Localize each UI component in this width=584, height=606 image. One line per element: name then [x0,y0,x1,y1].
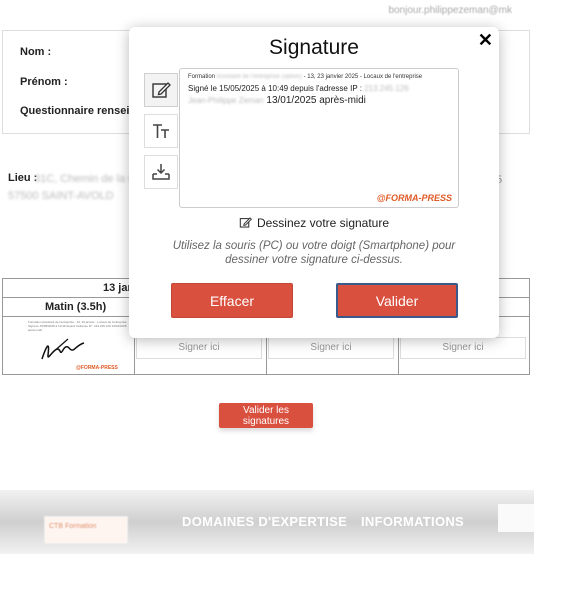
signature-canvas[interactable]: Formation Assistant de l'entreprise (opt… [179,68,459,208]
canvas-line3-suffix: 13/01/2025 après-midi [266,95,366,106]
user-email: bonjour.philippezeman@mk [388,5,512,16]
forma-press-logo: @FORMA-PRESS [376,193,452,203]
nav-link-informations[interactable]: INFORMATIONS [361,514,464,529]
canvas-line2-blurred: 213.245.126 [364,84,409,93]
text-icon [153,124,169,138]
canvas-line3-blurred: Jean-Philippe Zeman [188,96,264,105]
edit-icon [152,82,171,98]
handwritten-signature [41,338,85,360]
lieu-label: Lieu : [8,172,38,184]
canvas-line1-prefix: Formation [188,74,216,80]
download-icon [152,164,170,180]
canvas-training-line: Formation Assistant de l'entreprise (opt… [188,74,422,80]
signed-cell-text: Formation Assistant de l'entreprise - 13… [28,320,127,332]
session-label: Matin (3.5h) [45,301,107,313]
nav-link-domaines[interactable]: DOMAINES D'EXPERTISE [182,514,347,529]
canvas-signed-line: Signé le 15/05/2025 à 10:49 depuis l'adr… [188,84,409,93]
draw-instruction: Dessinez votre signature [129,216,499,230]
canvas-date-line: Jean-Philippe Zeman 13/01/2025 après-mid… [188,95,366,106]
edit-icon [239,217,252,228]
nom-label: Nom : [20,46,52,58]
table-logo: @FORMA-PRESS [76,365,118,371]
validate-signatures-button[interactable]: Valider les signatures [219,403,313,428]
validate-button[interactable]: Valider [336,283,458,318]
canvas-line1-suffix: - 13, 23 janvier 2025 - Locaux de l'entr… [303,74,423,80]
canvas-line1-blurred: Assistant de l'entreprise (option) [216,74,302,80]
prenom-label: Prénom : [20,76,68,88]
type-tool-button[interactable] [144,114,178,148]
lieu-value-city: 57500 SAINT-AVOLD [8,190,114,202]
canvas-line2-prefix: Signé le 15/05/2025 à 10:49 depuis l'adr… [188,84,362,93]
sign-here-cell[interactable]: Signer ici [400,337,526,359]
clear-button[interactable]: Effacer [171,283,293,318]
draw-hint-text: Utilisez la souris (PC) ou votre doigt (… [172,240,456,266]
close-icon[interactable]: ✕ [478,30,493,51]
sign-here-cell[interactable]: Signer ici [268,337,394,359]
footer-right-box [498,504,534,532]
modal-title: Signature [269,36,359,59]
footer-logo[interactable]: CTB Formation [44,516,128,544]
sign-here-cell[interactable]: Signer ici [136,337,262,359]
upload-tool-button[interactable] [144,155,178,189]
draw-label: Dessinez votre signature [256,216,390,230]
draw-tool-button[interactable] [144,73,178,107]
top-bar: bonjour.philippezeman@mk [0,0,584,24]
signature-modal: Signature ✕ Formation Assistant de l'ent… [129,27,499,338]
